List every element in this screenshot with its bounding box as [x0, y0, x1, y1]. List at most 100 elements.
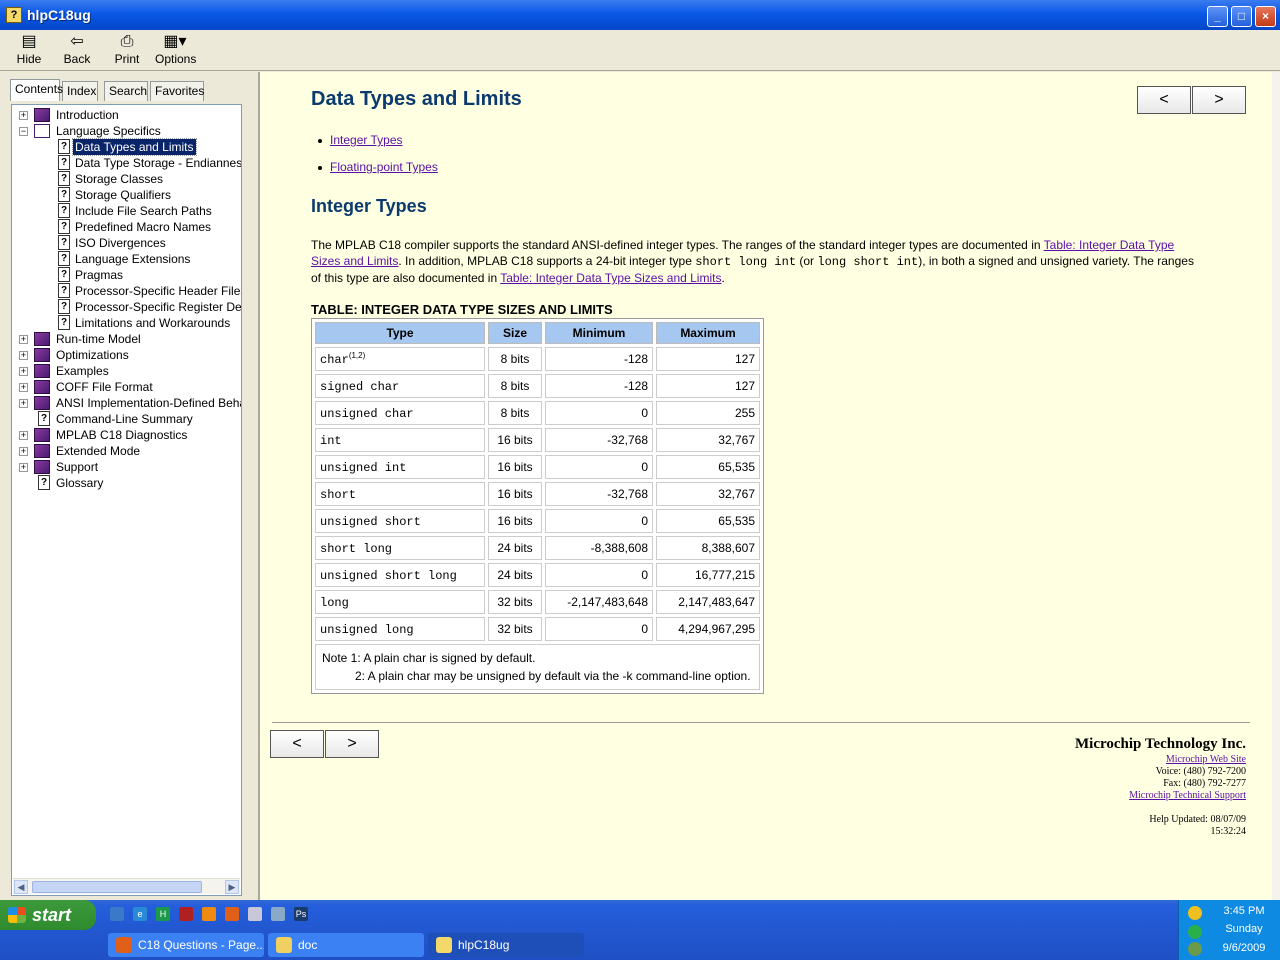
- tree-item[interactable]: ? Storage Classes: [12, 171, 241, 187]
- printer-icon: ⎙: [120, 33, 134, 50]
- expand-icon[interactable]: +: [19, 399, 28, 408]
- photoshop-icon[interactable]: Ps: [294, 907, 308, 921]
- floating-point-types-link[interactable]: Floating-point Types: [330, 160, 438, 174]
- tree-item[interactable]: ? Storage Qualifiers: [12, 187, 241, 203]
- technical-support-link[interactable]: Microchip Technical Support: [1129, 790, 1246, 801]
- tree-item[interactable]: + Introduction: [12, 107, 241, 123]
- expand-icon[interactable]: +: [19, 111, 28, 120]
- tab-favorites[interactable]: Favorites: [150, 81, 204, 101]
- vlc-icon[interactable]: [202, 907, 216, 921]
- quicklaunch-app-icon[interactable]: [248, 907, 262, 921]
- expand-icon[interactable]: +: [19, 463, 28, 472]
- prev-topic-button[interactable]: <: [270, 730, 324, 758]
- expand-icon[interactable]: +: [19, 431, 28, 440]
- collapse-icon[interactable]: −: [19, 127, 28, 136]
- help-page-icon: ?: [58, 235, 70, 250]
- tree-item[interactable]: ? Predefined Macro Names: [12, 219, 241, 235]
- table-cell: 0: [545, 563, 653, 587]
- options-button[interactable]: ▦▾ Options: [155, 32, 196, 66]
- table-cell: -2,147,483,648: [545, 590, 653, 614]
- tree-item[interactable]: ? ISO Divergences: [12, 235, 241, 251]
- firefox-icon[interactable]: [225, 907, 239, 921]
- close-button[interactable]: ×: [1255, 6, 1276, 27]
- tree-item[interactable]: + MPLAB C18 Diagnostics: [12, 427, 241, 443]
- quicklaunch-app-icon[interactable]: [271, 907, 285, 921]
- tree-item[interactable]: + Optimizations: [12, 347, 241, 363]
- content-vertical-scrollbar[interactable]: [1272, 72, 1280, 900]
- tree-item[interactable]: ? Processor-Specific Register Definiti: [12, 299, 241, 315]
- taskbar-item-doc[interactable]: doc: [268, 933, 424, 957]
- internet-explorer-icon[interactable]: e: [133, 907, 147, 921]
- quicklaunch-app-icon[interactable]: H: [156, 907, 170, 921]
- tab-index[interactable]: Index: [62, 81, 98, 101]
- scroll-right-icon[interactable]: ▶: [225, 880, 239, 894]
- scroll-left-icon[interactable]: ◀: [14, 880, 28, 894]
- table-cell: -8,388,608: [545, 536, 653, 560]
- taskbar-item-help[interactable]: hlpC18ug: [428, 933, 584, 957]
- hide-button[interactable]: ▤ Hide: [12, 32, 46, 66]
- start-button[interactable]: start: [0, 900, 96, 930]
- tree-item[interactable]: + Support: [12, 459, 241, 475]
- help-page-icon: ?: [58, 171, 70, 186]
- security-shield-icon[interactable]: [1188, 906, 1202, 920]
- expand-icon[interactable]: +: [19, 383, 28, 392]
- tray-app-icon[interactable]: [1188, 925, 1202, 939]
- next-topic-button[interactable]: >: [1192, 86, 1246, 114]
- tree-item[interactable]: + Run-time Model: [12, 331, 241, 347]
- table-row: long 32 bits -2,147,483,648 2,147,483,647: [315, 590, 760, 614]
- help-page-icon: ?: [58, 299, 70, 314]
- quicklaunch-app-icon[interactable]: [179, 907, 193, 921]
- scroll-thumb[interactable]: [32, 881, 202, 893]
- integer-types-link[interactable]: Integer Types: [330, 133, 403, 147]
- tree-item[interactable]: ? Pragmas: [12, 267, 241, 283]
- taskbar-item-firefox[interactable]: C18 Questions - Page...: [108, 933, 264, 957]
- help-page-icon: ?: [58, 187, 70, 202]
- tree-item[interactable]: ? Limitations and Workarounds: [12, 315, 241, 331]
- tree-item[interactable]: ? Include File Search Paths: [12, 203, 241, 219]
- expand-icon[interactable]: +: [19, 335, 28, 344]
- quicklaunch-app-icon[interactable]: [110, 907, 124, 921]
- website-link[interactable]: Microchip Web Site: [1166, 754, 1246, 765]
- voice-number: Voice: (480) 792-7200: [1155, 766, 1246, 777]
- back-button[interactable]: ⇦ Back: [60, 32, 94, 66]
- type-name: char: [320, 353, 349, 367]
- tree-item[interactable]: ? Glossary: [12, 475, 241, 491]
- window-title: hlpC18ug: [27, 7, 91, 23]
- print-button[interactable]: ⎙ Print: [110, 32, 144, 66]
- expand-icon[interactable]: +: [19, 351, 28, 360]
- tree-item-label: Pragmas: [75, 268, 124, 282]
- prev-topic-button[interactable]: <: [1137, 86, 1191, 114]
- tree-item[interactable]: + Examples: [12, 363, 241, 379]
- table-cell: 127: [656, 374, 760, 398]
- tree-item[interactable]: ? Data Type Storage - Endianness: [12, 155, 241, 171]
- tree-item[interactable]: ? Processor-Specific Header Files: [12, 283, 241, 299]
- tree-item[interactable]: ? Data Types and Limits: [12, 138, 241, 156]
- tree-item[interactable]: − Language Specifics: [12, 123, 241, 139]
- next-topic-button[interactable]: >: [325, 730, 379, 758]
- tree-item[interactable]: ? Language Extensions: [12, 251, 241, 267]
- expand-icon[interactable]: +: [19, 447, 28, 456]
- network-icon[interactable]: [1188, 942, 1202, 956]
- tree-item[interactable]: + Extended Mode: [12, 443, 241, 459]
- open-book-icon: [34, 124, 50, 138]
- footer: Microchip Technology Inc. Microchip Web …: [1075, 734, 1246, 838]
- table-cell: unsigned int: [315, 455, 485, 479]
- tab-contents[interactable]: Contents: [10, 79, 63, 101]
- help-page-icon: ?: [58, 251, 70, 266]
- book-icon: [34, 348, 50, 362]
- minimize-button[interactable]: _: [1207, 6, 1228, 27]
- tree-item[interactable]: + COFF File Format: [12, 379, 241, 395]
- tree-item[interactable]: ? Command-Line Summary: [12, 411, 241, 427]
- table-link[interactable]: Table: Integer Data Type Sizes and Limit…: [500, 271, 721, 285]
- tree-horizontal-scrollbar[interactable]: ◀ ▶: [13, 878, 240, 894]
- clock-time[interactable]: 3:45 PM: [1209, 905, 1279, 917]
- tab-search[interactable]: Search: [104, 81, 148, 101]
- taskbar: start e H Ps C18 Questions - Page... doc…: [0, 900, 1280, 960]
- type-name: unsigned short: [320, 514, 421, 529]
- table-cell: 16 bits: [488, 509, 542, 533]
- tree-item[interactable]: + ANSI Implementation-Defined Behavior: [12, 395, 241, 411]
- expand-icon[interactable]: +: [19, 367, 28, 376]
- contents-tree[interactable]: + Introduction − Language Specifics? Data Ty…: [11, 104, 242, 896]
- maximize-button[interactable]: □: [1231, 6, 1252, 27]
- table-cell: int: [315, 428, 485, 452]
